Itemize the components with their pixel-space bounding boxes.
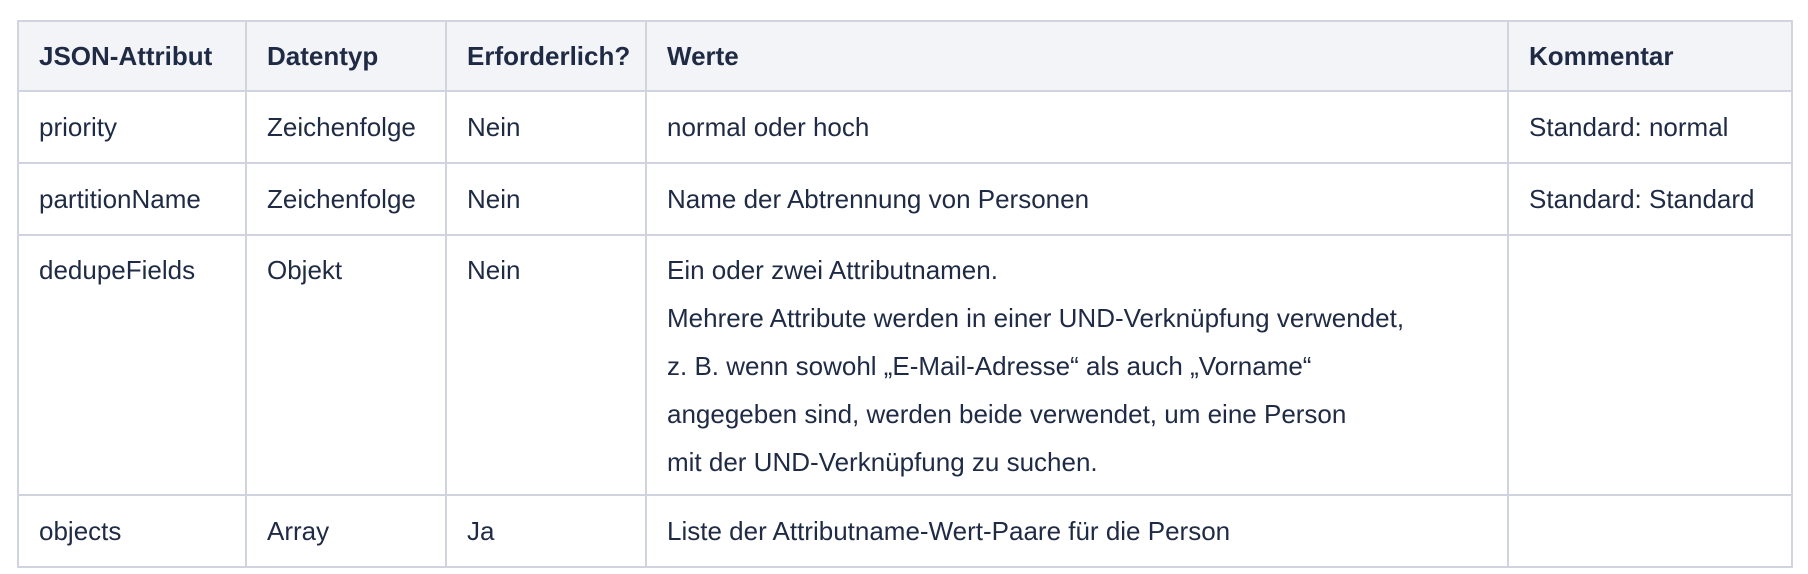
column-header-json-attribute: JSON-Attribut bbox=[17, 20, 247, 92]
cell-attribute: dedupeFields bbox=[17, 234, 247, 496]
cell-required: Nein bbox=[445, 234, 647, 496]
table-row: priority Zeichenfolge Nein normal oder h… bbox=[17, 90, 1793, 164]
values-line: angegeben sind, werden beide verwendet, … bbox=[667, 399, 1347, 429]
column-header-data-type: Datentyp bbox=[245, 20, 447, 92]
values-line: Ein oder zwei Attributnamen. bbox=[667, 255, 998, 285]
cell-values: Ein oder zwei Attributnamen. Mehrere Att… bbox=[645, 234, 1509, 496]
values-line: z. B. wenn sowohl „E-Mail-Adresse“ als a… bbox=[667, 351, 1312, 381]
table-row: partitionName Zeichenfolge Nein Name der… bbox=[17, 162, 1793, 236]
cell-values: Liste der Attributname-Wert-Paare für di… bbox=[645, 494, 1509, 568]
cell-required: Nein bbox=[445, 90, 647, 164]
cell-type: Objekt bbox=[245, 234, 447, 496]
table-row: objects Array Ja Liste der Attributname-… bbox=[17, 494, 1793, 568]
cell-values: normal oder hoch bbox=[645, 90, 1509, 164]
values-line: Liste der Attributname-Wert-Paare für di… bbox=[667, 516, 1231, 546]
values-line: mit der UND-Verknüpfung zu suchen. bbox=[667, 447, 1098, 477]
cell-type: Array bbox=[245, 494, 447, 568]
cell-comment bbox=[1507, 494, 1793, 568]
json-attributes-table: JSON-Attribut Datentyp Erforderlich? Wer… bbox=[17, 20, 1793, 568]
values-line: normal oder hoch bbox=[667, 112, 870, 142]
cell-attribute: partitionName bbox=[17, 162, 247, 236]
column-header-required: Erforderlich? bbox=[445, 20, 647, 92]
cell-comment: Standard: Standard bbox=[1507, 162, 1793, 236]
cell-comment: Standard: normal bbox=[1507, 90, 1793, 164]
table-header-row: JSON-Attribut Datentyp Erforderlich? Wer… bbox=[17, 20, 1793, 92]
cell-type: Zeichenfolge bbox=[245, 90, 447, 164]
values-line: Mehrere Attribute werden in einer UND-Ve… bbox=[667, 303, 1405, 333]
table-container: JSON-Attribut Datentyp Erforderlich? Wer… bbox=[0, 0, 1808, 568]
cell-values: Name der Abtrennung von Personen bbox=[645, 162, 1509, 236]
values-line: Name der Abtrennung von Personen bbox=[667, 184, 1090, 214]
column-header-values: Werte bbox=[645, 20, 1509, 92]
cell-attribute: priority bbox=[17, 90, 247, 164]
column-header-comment: Kommentar bbox=[1507, 20, 1793, 92]
table-row: dedupeFields Objekt Nein Ein oder zwei A… bbox=[17, 234, 1793, 496]
cell-required: Ja bbox=[445, 494, 647, 568]
cell-required: Nein bbox=[445, 162, 647, 236]
cell-attribute: objects bbox=[17, 494, 247, 568]
cell-type: Zeichenfolge bbox=[245, 162, 447, 236]
cell-comment bbox=[1507, 234, 1793, 496]
